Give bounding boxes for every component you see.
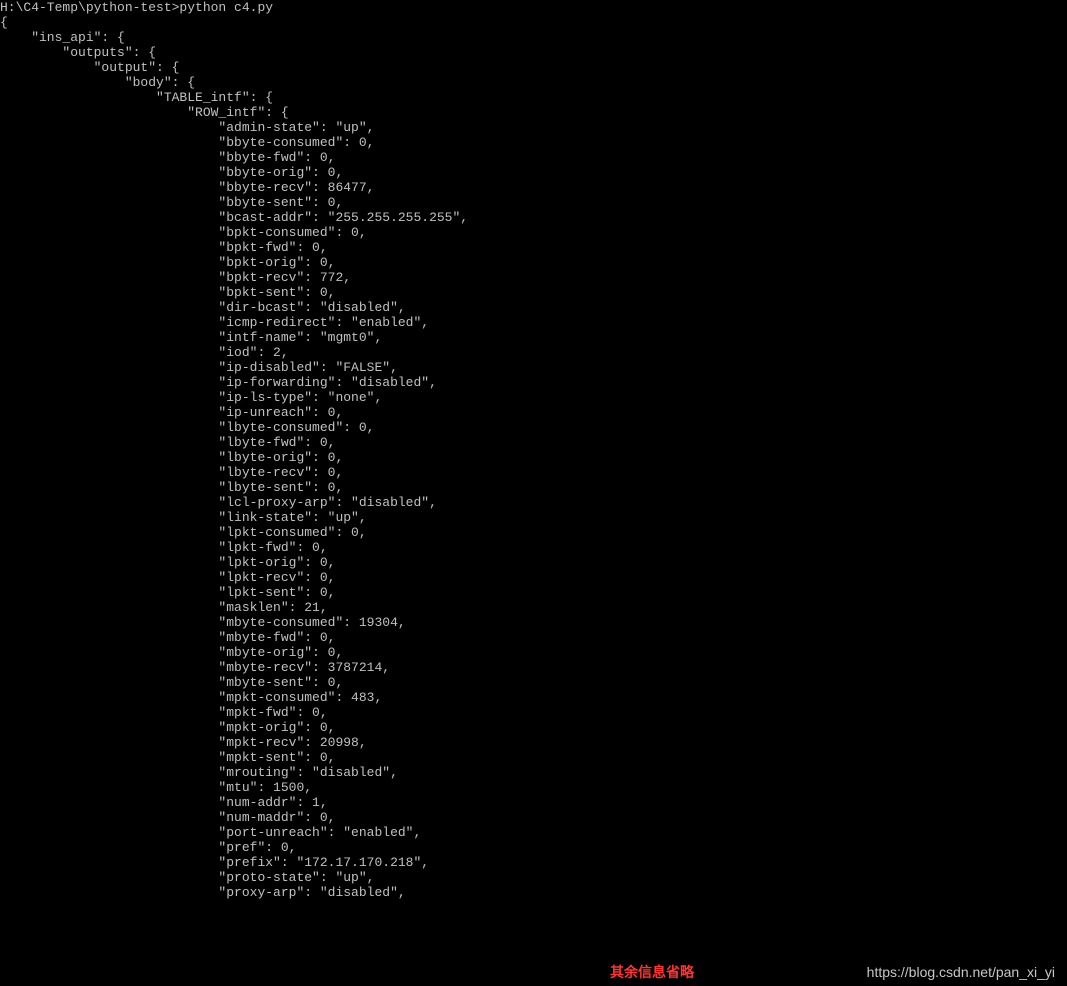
omission-note: 其余信息省略 [610, 962, 694, 982]
watermark-text: https://blog.csdn.net/pan_xi_yi [867, 964, 1055, 980]
terminal-output: H:\C4-Temp\python-test>python c4.py { "i… [0, 0, 1067, 900]
